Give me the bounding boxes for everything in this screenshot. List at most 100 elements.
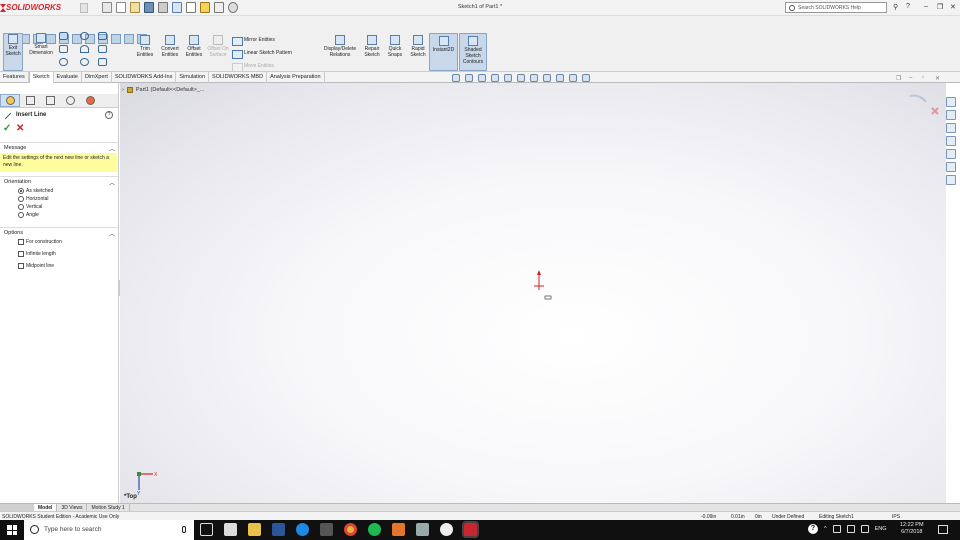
task-view-icon[interactable] bbox=[200, 523, 213, 536]
volume-icon[interactable] bbox=[860, 525, 869, 533]
matlab-icon[interactable] bbox=[392, 523, 405, 536]
slot-tool-icon[interactable] bbox=[59, 58, 68, 66]
dimxpert-manager-tab[interactable] bbox=[60, 94, 80, 107]
text-tool-icon[interactable] bbox=[98, 58, 107, 66]
notifications-icon[interactable] bbox=[938, 525, 948, 534]
settings-gear-icon[interactable] bbox=[440, 523, 453, 536]
word-icon[interactable] bbox=[272, 523, 285, 536]
ok-checkmark-button[interactable]: ✓ bbox=[3, 123, 11, 134]
configuration-manager-tab[interactable] bbox=[40, 94, 60, 107]
offset-on-surface-button[interactable]: Offset On Surface bbox=[207, 35, 229, 58]
doc-close-icon[interactable]: ✕ bbox=[935, 75, 940, 82]
tab-addins[interactable]: SOLIDWORKS Add-Ins bbox=[112, 72, 177, 83]
clock[interactable]: 12:22 PM 6/7/2018 bbox=[900, 522, 924, 536]
previous-view-icon[interactable] bbox=[478, 74, 486, 82]
polygon-tool-icon[interactable] bbox=[98, 45, 107, 53]
doc-minimize-icon[interactable]: – bbox=[909, 75, 912, 81]
design-library-icon[interactable] bbox=[946, 110, 956, 120]
tab-mbd[interactable]: SOLIDWORKS MBD bbox=[209, 72, 268, 83]
linear-sketch-pattern-button[interactable]: Linear Sketch Pattern bbox=[232, 47, 292, 60]
offset-entities-button[interactable]: Offset Entities bbox=[184, 35, 204, 58]
confirmation-corner-icon[interactable] bbox=[906, 90, 946, 120]
zoom-to-fit-icon[interactable] bbox=[452, 74, 460, 82]
tab-simulation[interactable]: Simulation bbox=[176, 72, 210, 83]
tab-dimxpert[interactable]: DimXpert bbox=[82, 72, 112, 83]
doc-maximize-icon[interactable]: ▫ bbox=[922, 75, 924, 81]
user-icon[interactable]: ⚲ bbox=[893, 3, 898, 11]
view-settings-icon[interactable] bbox=[582, 74, 590, 82]
resources-icon[interactable] bbox=[946, 97, 956, 107]
tab-evaluate[interactable]: Evaluate bbox=[54, 72, 82, 83]
radio-as-sketched[interactable]: As sketched bbox=[18, 188, 53, 194]
tab-analysis-preparation[interactable]: Analysis Preparation bbox=[267, 72, 325, 83]
microphone-icon[interactable] bbox=[182, 526, 186, 533]
radio-horizontal[interactable]: Horizontal bbox=[18, 196, 49, 202]
spline-tool-icon[interactable] bbox=[98, 32, 107, 40]
custom-properties-icon[interactable] bbox=[946, 162, 956, 172]
mail-icon[interactable] bbox=[416, 523, 429, 536]
checkbox-for-construction[interactable]: For construction bbox=[18, 239, 62, 245]
radio-angle[interactable]: Angle bbox=[18, 212, 39, 218]
circle-tool-icon[interactable] bbox=[80, 32, 89, 40]
chevron-up-icon[interactable]: ^ bbox=[824, 526, 827, 532]
help-search-input[interactable]: Search SOLIDWORKS Help bbox=[785, 2, 887, 13]
checkbox-infinite-length[interactable]: Infinite length bbox=[18, 251, 56, 257]
edge-icon[interactable] bbox=[296, 523, 309, 536]
options-section-header[interactable]: Options ︿ bbox=[0, 227, 118, 238]
start-icon[interactable] bbox=[7, 525, 17, 535]
dynamic-annotation-icon[interactable] bbox=[504, 74, 512, 82]
minimize-icon[interactable]: – bbox=[924, 3, 928, 10]
file-explorer-taskbar-icon[interactable] bbox=[248, 523, 261, 536]
tab-sketch[interactable]: Sketch bbox=[28, 72, 54, 83]
apply-scene-icon[interactable] bbox=[569, 74, 577, 82]
convert-entities-button[interactable]: Convert Entities bbox=[159, 35, 181, 58]
cancel-x-button[interactable]: ✕ bbox=[16, 123, 24, 134]
section-view-icon[interactable] bbox=[491, 74, 499, 82]
quick-snaps-button[interactable]: Quick Snaps bbox=[385, 35, 405, 58]
rapid-sketch-button[interactable]: Rapid Sketch bbox=[408, 35, 428, 58]
tab-scroll-arrows[interactable] bbox=[0, 504, 34, 511]
rectangle-tool-icon[interactable] bbox=[59, 45, 68, 53]
restore-icon[interactable]: ❐ bbox=[937, 3, 943, 11]
arc-tool-icon[interactable] bbox=[80, 45, 89, 53]
solidworks-taskbar-icon[interactable] bbox=[462, 521, 479, 538]
orientation-section-header[interactable]: Orientation ︿ bbox=[0, 176, 118, 187]
taskbar-search-box[interactable]: Type here to search bbox=[24, 520, 194, 540]
checkbox-midpoint-line[interactable]: Midpoint line bbox=[18, 263, 54, 269]
help-tray-icon[interactable]: ? bbox=[808, 524, 818, 534]
calculator-icon[interactable] bbox=[224, 523, 237, 536]
store-icon[interactable] bbox=[320, 523, 333, 536]
scene-toolbar-icon[interactable] bbox=[124, 34, 134, 44]
view-orientation-icon[interactable] bbox=[517, 74, 525, 82]
hide-show-items-icon[interactable] bbox=[543, 74, 551, 82]
language-indicator[interactable]: ENG bbox=[875, 526, 887, 532]
expand-arrow-icon[interactable]: › bbox=[122, 87, 124, 93]
repair-sketch-button[interactable]: Repair Sketch bbox=[362, 35, 382, 58]
file-explorer-icon[interactable] bbox=[946, 123, 956, 133]
feature-manager-tab[interactable] bbox=[0, 94, 20, 107]
message-section-header[interactable]: Message ︿ bbox=[0, 142, 118, 153]
appearances-icon[interactable] bbox=[946, 149, 956, 159]
view-palette-icon[interactable] bbox=[946, 136, 956, 146]
help-icon[interactable]: ? bbox=[906, 3, 910, 10]
edit-appearance-icon[interactable] bbox=[556, 74, 564, 82]
smart-dimension-button[interactable]: Smart Dimension bbox=[25, 33, 57, 56]
display-style-icon[interactable] bbox=[530, 74, 538, 82]
line-tool-icon[interactable] bbox=[59, 32, 68, 40]
instant2d-button[interactable]: Instant2D bbox=[429, 33, 458, 71]
feature-tree-root[interactable]: › Part1 (Default<<Default>_... bbox=[122, 87, 204, 93]
radio-vertical[interactable]: Vertical bbox=[18, 204, 42, 210]
trim-entities-button[interactable]: Trim Entities bbox=[135, 35, 155, 58]
chrome-icon[interactable] bbox=[344, 523, 357, 536]
spotify-icon[interactable] bbox=[368, 523, 381, 536]
zoom-to-area-icon[interactable] bbox=[465, 74, 473, 82]
exit-sketch-button[interactable]: Exit Sketch bbox=[3, 33, 23, 71]
tab-features[interactable]: Features bbox=[0, 72, 29, 83]
point-tool-icon[interactable] bbox=[80, 58, 89, 66]
display-delete-relations-button[interactable]: Display/Delete Relations bbox=[320, 35, 360, 58]
shaded-sketch-contours-button[interactable]: Shaded Sketch Contours bbox=[459, 33, 487, 71]
property-manager-tab[interactable] bbox=[20, 94, 40, 107]
help-question-icon[interactable]: ? bbox=[105, 111, 113, 119]
doc-restore-icon[interactable]: ❐ bbox=[896, 75, 901, 82]
display-manager-tab[interactable] bbox=[80, 94, 100, 107]
